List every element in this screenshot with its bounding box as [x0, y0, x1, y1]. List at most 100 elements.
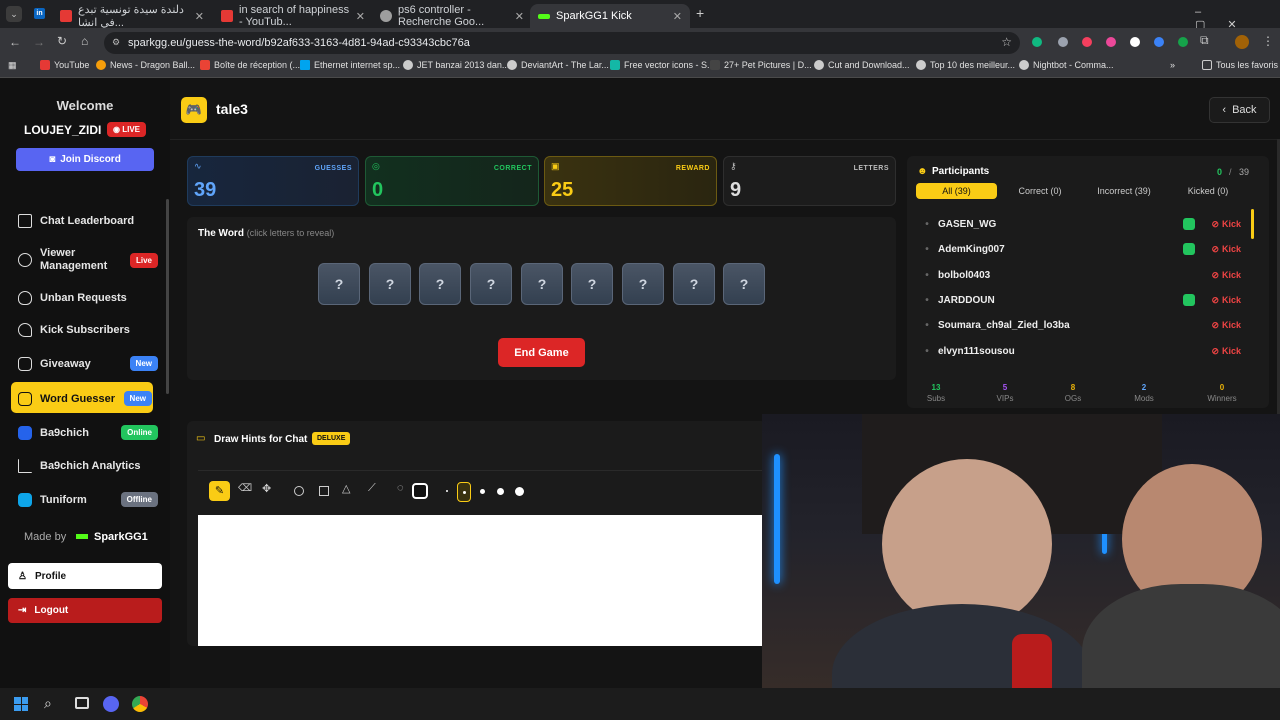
letter-tile[interactable]: ?: [673, 263, 715, 305]
tab-4-active[interactable]: SparkGG1 Kick ✕: [530, 4, 690, 28]
letter-tile[interactable]: ?: [571, 263, 613, 305]
menu-dots-icon[interactable]: ⋮: [1262, 34, 1274, 48]
bookmark-nightbot[interactable]: Nightbot - Comma...: [1019, 60, 1114, 70]
extension-icon[interactable]: [1130, 37, 1140, 47]
sidebar-item-kick-subscribers[interactable]: Kick Subscribers: [18, 323, 158, 337]
close-icon[interactable]: ✕: [356, 10, 365, 23]
kick-button[interactable]: ⊘ Kick: [1211, 219, 1241, 230]
bookmark-mail[interactable]: Boîte de réception (...: [200, 60, 300, 70]
search-icon[interactable]: ⌕: [44, 695, 52, 712]
url-input[interactable]: ⚙ sparkgg.eu/guess-the-word/b92af633-316…: [104, 32, 1020, 54]
filter-kicked[interactable]: Kicked (0): [1173, 183, 1243, 199]
circle-tool-icon[interactable]: [294, 486, 304, 496]
puzzle-icon[interactable]: ⧉: [1200, 33, 1209, 48]
join-discord-button[interactable]: ◙ Join Discord: [16, 148, 154, 171]
sidebar-item-viewer-management[interactable]: Viewer Management Live: [18, 247, 158, 273]
sidebar-item-unban-requests[interactable]: Unban Requests: [18, 291, 158, 305]
line-tool-icon[interactable]: ⟋: [368, 482, 376, 495]
close-icon[interactable]: ✕: [515, 10, 524, 23]
end-game-button[interactable]: End Game: [498, 338, 585, 367]
pencil-icon[interactable]: ✎: [209, 481, 230, 501]
letter-tile[interactable]: ?: [470, 263, 512, 305]
home-icon[interactable]: ⌂: [81, 34, 88, 48]
tab-3[interactable]: ps6 controller - Recherche Goo... ✕: [372, 4, 532, 28]
linkedin-tab-icon[interactable]: in: [34, 8, 45, 19]
color-swatch[interactable]: [412, 483, 428, 499]
sidebar-item-giveaway[interactable]: Giveaway New: [18, 356, 158, 371]
participants-scrollbar[interactable]: [1251, 209, 1254, 239]
extension-icon[interactable]: [1154, 37, 1164, 47]
back-arrow-icon[interactable]: ←: [9, 35, 21, 49]
letter-tile[interactable]: ?: [723, 263, 765, 305]
camera-extension-icon[interactable]: [1058, 37, 1068, 47]
brush-size-lg[interactable]: [497, 488, 504, 495]
sidebar-item-ba9chich-analytics[interactable]: Ba9chich Analytics: [18, 459, 158, 473]
bookmark-cut[interactable]: Cut and Download...: [814, 60, 910, 70]
close-icon[interactable]: ✕: [673, 10, 682, 23]
forward-arrow-icon[interactable]: →: [33, 35, 45, 49]
drawing-canvas[interactable]: [198, 515, 767, 646]
discord-icon: ◙: [49, 154, 56, 165]
sidebar-item-word-guesser[interactable]: Word Guesser New: [18, 391, 158, 406]
eraser-icon[interactable]: ⌫: [238, 483, 252, 494]
letter-tile[interactable]: ?: [419, 263, 461, 305]
task-view-icon[interactable]: [75, 697, 89, 709]
brush-size-xs[interactable]: [446, 490, 448, 492]
tab-1[interactable]: دلندة سيدة تونسية تبدع في انشا... ✕: [52, 4, 212, 29]
extension-icon[interactable]: [1032, 37, 1042, 47]
tab-2[interactable]: in search of happiness - YouTub... ✕: [213, 4, 373, 28]
kick-button[interactable]: ⊘ Kick: [1211, 270, 1241, 281]
logout-button[interactable]: ⇥ Logout: [8, 598, 162, 623]
letter-tile[interactable]: ?: [369, 263, 411, 305]
back-button[interactable]: ‹ Back: [1209, 97, 1270, 123]
letter-tile[interactable]: ?: [622, 263, 664, 305]
discord-taskbar-icon[interactable]: [103, 696, 119, 712]
kick-button[interactable]: ⊘ Kick: [1211, 295, 1241, 306]
filter-all[interactable]: All (39): [916, 183, 997, 199]
users-icon: [18, 253, 32, 267]
site-info-icon[interactable]: ⚙: [112, 37, 120, 48]
bookmark-star-icon[interactable]: ☆: [1001, 35, 1012, 49]
close-icon[interactable]: ✕: [195, 10, 204, 23]
profile-button[interactable]: ♙ Profile: [8, 563, 162, 589]
triangle-tool-icon[interactable]: △: [342, 482, 350, 495]
sidebar-item-chat-leaderboard[interactable]: Chat Leaderboard: [18, 214, 158, 228]
all-bookmarks[interactable]: Tous les favoris: [1202, 60, 1278, 70]
filter-incorrect[interactable]: Incorrect (39): [1085, 183, 1163, 199]
extension-icon[interactable]: [1082, 37, 1092, 47]
bookmark-youtube[interactable]: YouTube: [40, 60, 89, 70]
sidebar-item-tuniform[interactable]: Tuniform Offline: [18, 492, 158, 507]
bookmark-jet[interactable]: JET banzai 2013 dan...: [403, 60, 509, 70]
chrome-taskbar-icon[interactable]: [132, 696, 148, 712]
bookmark-vector[interactable]: Free vector icons - S...: [610, 60, 715, 70]
bookmark-deviantart[interactable]: DeviantArt - The Lar...: [507, 60, 609, 70]
profile-avatar[interactable]: [1235, 35, 1249, 49]
move-icon[interactable]: ✥: [262, 482, 271, 495]
bookmark-pets[interactable]: 27+ Pet Pictures | D...: [710, 60, 812, 70]
brush-size-sm-selected[interactable]: [457, 482, 471, 502]
sidebar-item-ba9chich[interactable]: Ba9chich Online: [18, 425, 158, 440]
windows-start-icon[interactable]: [14, 697, 28, 711]
reload-icon[interactable]: ↻: [57, 34, 67, 48]
kick-button[interactable]: ⊘ Kick: [1211, 320, 1241, 331]
bookmark-top10[interactable]: Top 10 des meilleur...: [916, 60, 1015, 70]
tab-search-icon[interactable]: ⌄: [6, 6, 22, 22]
palette-icon[interactable]: ◌: [397, 482, 404, 494]
kick-button[interactable]: ⊘ Kick: [1211, 346, 1241, 357]
letter-tile[interactable]: ?: [318, 263, 360, 305]
brush-size-md[interactable]: [480, 489, 485, 494]
extension-icon[interactable]: [1106, 37, 1116, 47]
bookmark-ethernet[interactable]: Ethernet internet sp...: [300, 60, 400, 70]
brush-size-xl[interactable]: [515, 487, 524, 496]
apps-grid-icon[interactable]: ▦: [8, 60, 17, 71]
new-tab-icon[interactable]: +: [696, 5, 704, 21]
chart-icon: [18, 459, 32, 473]
chevron-right-icon[interactable]: »: [1170, 60, 1175, 70]
kick-button[interactable]: ⊘ Kick: [1211, 244, 1241, 255]
filter-correct[interactable]: Correct (0): [1005, 183, 1075, 199]
extension-icon[interactable]: [1178, 37, 1188, 47]
sidebar-scrollbar[interactable]: [166, 199, 169, 394]
rectangle-tool-icon[interactable]: [319, 486, 329, 496]
letter-tile[interactable]: ?: [521, 263, 563, 305]
bookmark-dragonball[interactable]: News - Dragon Ball...: [96, 60, 195, 70]
